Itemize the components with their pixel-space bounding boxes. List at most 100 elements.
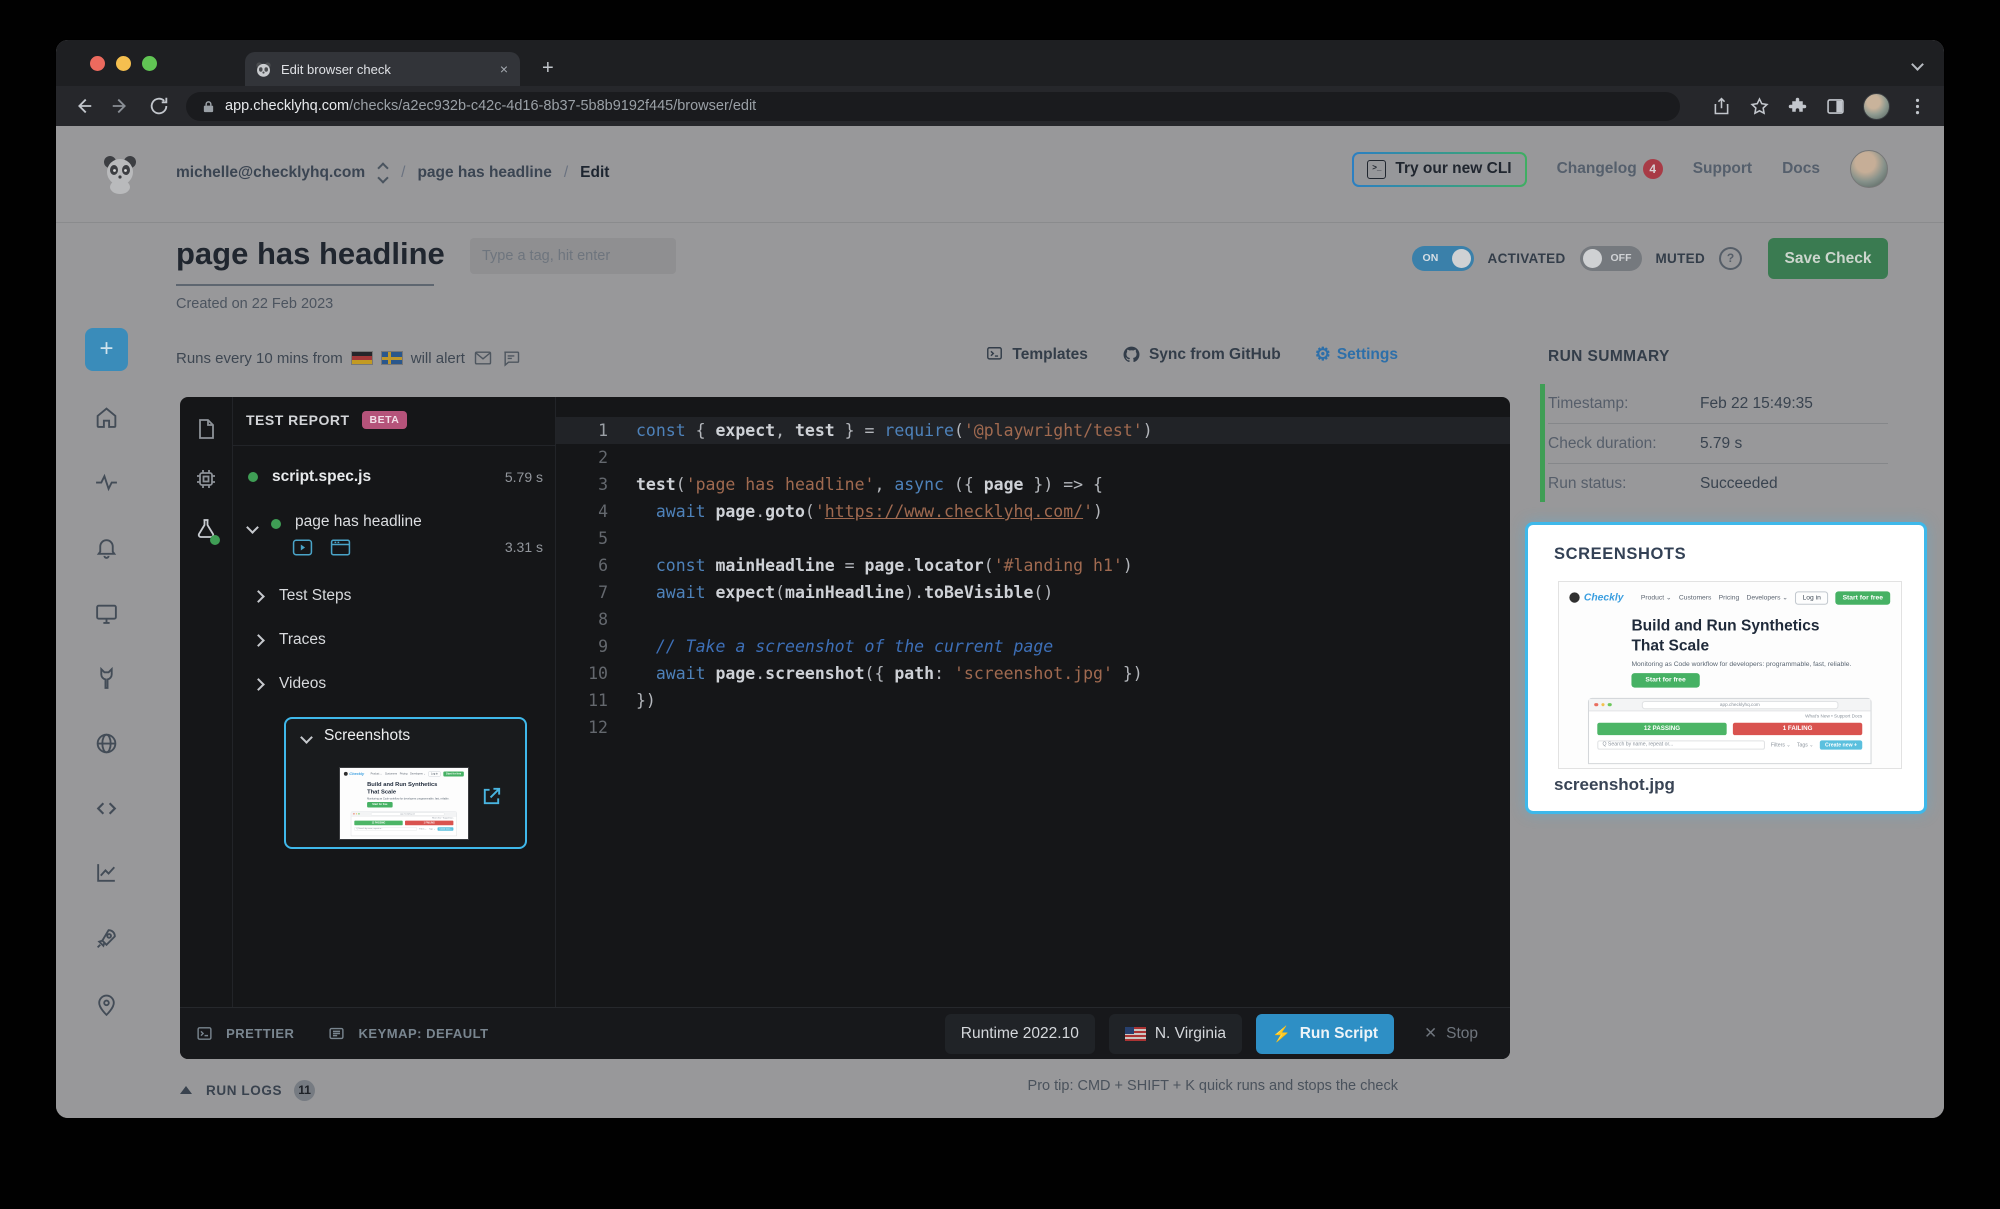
- code-line: 3test('page has headline', async ({ page…: [556, 471, 1510, 498]
- prettier-button[interactable]: PRETTIER: [196, 1025, 294, 1042]
- tree-row-spec-file[interactable]: script.spec.js 5.79 s: [232, 461, 555, 493]
- tree-row-screenshots[interactable]: Screenshots: [324, 727, 410, 745]
- url-host: app.checklyhq.com: [225, 98, 349, 114]
- home-icon[interactable]: [94, 405, 119, 430]
- browser-profile-avatar[interactable]: [1863, 93, 1890, 120]
- traffic-zoom-button[interactable]: [142, 56, 157, 71]
- code-line: 5: [556, 525, 1510, 552]
- video-icon[interactable]: [292, 539, 313, 556]
- tree-row-traces[interactable]: Traces: [232, 625, 555, 655]
- save-check-button[interactable]: Save Check: [1768, 238, 1888, 279]
- file-icon[interactable]: [194, 417, 218, 441]
- code-line: 1const { expect, test } = require('@play…: [556, 417, 1510, 444]
- forward-icon[interactable]: [110, 95, 132, 117]
- side-panel-icon[interactable]: [1825, 96, 1846, 117]
- locations-pin-icon[interactable]: [94, 993, 119, 1018]
- analytics-chart-icon[interactable]: [94, 860, 119, 885]
- chip-icon[interactable]: [194, 467, 218, 491]
- lightning-icon: ⚡: [1272, 1025, 1291, 1043]
- code-line: 10 await page.screenshot({ path: 'screen…: [556, 660, 1510, 687]
- changelog-count-badge: 4: [1643, 159, 1663, 179]
- test-duration: 3.31 s: [505, 539, 543, 555]
- account-selector-chevrons-icon[interactable]: [379, 164, 387, 182]
- sweden-flag-icon: [381, 351, 403, 365]
- checkly-logo-icon[interactable]: [100, 154, 140, 194]
- activity-pulse-icon[interactable]: [94, 470, 119, 495]
- extensions-puzzle-icon[interactable]: [1787, 96, 1808, 117]
- screenshot-thumbnail-small[interactable]: Checkly Product ⌄CustomersPricingDevelop…: [339, 767, 469, 840]
- app-sidebar: +: [56, 222, 134, 1118]
- breadcrumb: michelle@checklyhq.com / page has headli…: [176, 164, 609, 182]
- code-line: 12: [556, 714, 1510, 741]
- terminal-icon: >_: [1367, 160, 1386, 179]
- back-icon[interactable]: [72, 95, 94, 117]
- tree-row-test-steps[interactable]: Test Steps: [232, 581, 555, 611]
- lock-icon: [202, 100, 215, 113]
- tree-screenshots-highlight[interactable]: Screenshots Checkly Product ⌄CustomersPr…: [284, 717, 527, 849]
- code-line: 9 // Take a screenshot of the current pa…: [556, 633, 1510, 660]
- traffic-close-button[interactable]: [90, 56, 105, 71]
- external-link-icon[interactable]: [480, 785, 503, 808]
- tab-title: Edit browser check: [281, 62, 498, 77]
- private-locations-globe-icon[interactable]: [94, 731, 119, 756]
- code-line: 7 await expect(mainHeadline).toBeVisible…: [556, 579, 1510, 606]
- gear-icon: ⚙: [1315, 344, 1331, 365]
- checkly-app: michelle@checklyhq.com / page has headli…: [56, 126, 1944, 1118]
- templates-icon: [985, 345, 1004, 364]
- spec-duration: 5.79 s: [505, 469, 543, 485]
- tab-close-icon[interactable]: ×: [498, 61, 510, 77]
- breadcrumb-separator: /: [564, 164, 568, 182]
- dashboards-monitor-icon[interactable]: [94, 601, 119, 626]
- activated-toggle[interactable]: ON: [1412, 246, 1474, 271]
- tree-row-test-case[interactable]: page has headline 3.31 s: [232, 509, 555, 561]
- screenshot-thumbnail-large[interactable]: Checkly Product ⌄CustomersPricingDevelop…: [1558, 581, 1902, 769]
- muted-help-icon[interactable]: ?: [1719, 247, 1742, 270]
- pro-tip-text: Pro tip: CMD + SHIFT + K quick runs and …: [1028, 1078, 1398, 1094]
- tree-row-videos[interactable]: Videos: [232, 669, 555, 699]
- settings-button[interactable]: ⚙ Settings: [1315, 344, 1398, 365]
- window-icon[interactable]: [330, 539, 351, 556]
- check-title[interactable]: page has headline: [176, 236, 445, 272]
- run-script-button[interactable]: ⚡Run Script: [1256, 1014, 1394, 1054]
- create-check-button[interactable]: +: [85, 328, 128, 371]
- account-selector[interactable]: michelle@checklyhq.com: [176, 164, 365, 182]
- templates-button[interactable]: Templates: [985, 345, 1088, 364]
- summary-row-status: Run status:Succeeded: [1548, 464, 1888, 503]
- new-tab-button[interactable]: +: [542, 58, 554, 78]
- try-cli-button[interactable]: >_ Try our new CLI: [1352, 152, 1526, 187]
- panel-rail: [180, 397, 233, 1059]
- reload-icon[interactable]: [148, 95, 170, 117]
- summary-row-duration: Check duration:5.79 s: [1548, 424, 1888, 464]
- region-selector[interactable]: N. Virginia: [1109, 1014, 1242, 1054]
- maintenance-wrench-icon[interactable]: [94, 666, 119, 691]
- browser-menu-kebab-icon[interactable]: [1907, 96, 1928, 117]
- test-editor-panel: TEST REPORT BETA script.spec.js 5.79 s p…: [180, 397, 1510, 1059]
- schedule-summary: Runs every 10 mins from will alert: [176, 348, 521, 368]
- tag-input[interactable]: [470, 238, 676, 274]
- code-editor[interactable]: 1const { expect, test } = require('@play…: [556, 397, 1510, 1007]
- user-avatar[interactable]: [1850, 150, 1888, 188]
- stop-button[interactable]: ✕Stop: [1408, 1014, 1494, 1054]
- code-snippets-icon[interactable]: [94, 796, 119, 821]
- share-icon[interactable]: [1711, 96, 1732, 117]
- code-line: 11}): [556, 687, 1510, 714]
- changelog-link[interactable]: Changelog4: [1557, 159, 1663, 179]
- address-bar[interactable]: app.checklyhq.com/checks/a2ec932b-c42c-4…: [186, 92, 1680, 121]
- browser-tab[interactable]: Edit browser check ×: [245, 52, 520, 86]
- collapse-triangle-icon: [180, 1086, 192, 1094]
- runtime-selector[interactable]: Runtime 2022.10: [945, 1014, 1095, 1054]
- alerts-bell-icon[interactable]: [94, 535, 119, 560]
- bookmark-star-icon[interactable]: [1749, 96, 1770, 117]
- traffic-minimize-button[interactable]: [116, 56, 131, 71]
- tab-overflow-chevron-icon[interactable]: [1911, 58, 1924, 71]
- active-tab-status-dot: [210, 535, 220, 545]
- support-link[interactable]: Support: [1693, 160, 1752, 178]
- quickstart-rocket-icon[interactable]: [94, 926, 119, 951]
- screenshots-panel-title: SCREENSHOTS: [1554, 545, 1686, 564]
- sync-from-github-button[interactable]: Sync from GitHub: [1122, 345, 1281, 364]
- breadcrumb-check-link[interactable]: page has headline: [417, 164, 551, 182]
- keymap-button[interactable]: KEYMAP: DEFAULT: [328, 1025, 488, 1042]
- muted-toggle[interactable]: OFF: [1580, 246, 1642, 271]
- docs-link[interactable]: Docs: [1782, 160, 1820, 178]
- run-summary-title: RUN SUMMARY: [1548, 348, 1670, 366]
